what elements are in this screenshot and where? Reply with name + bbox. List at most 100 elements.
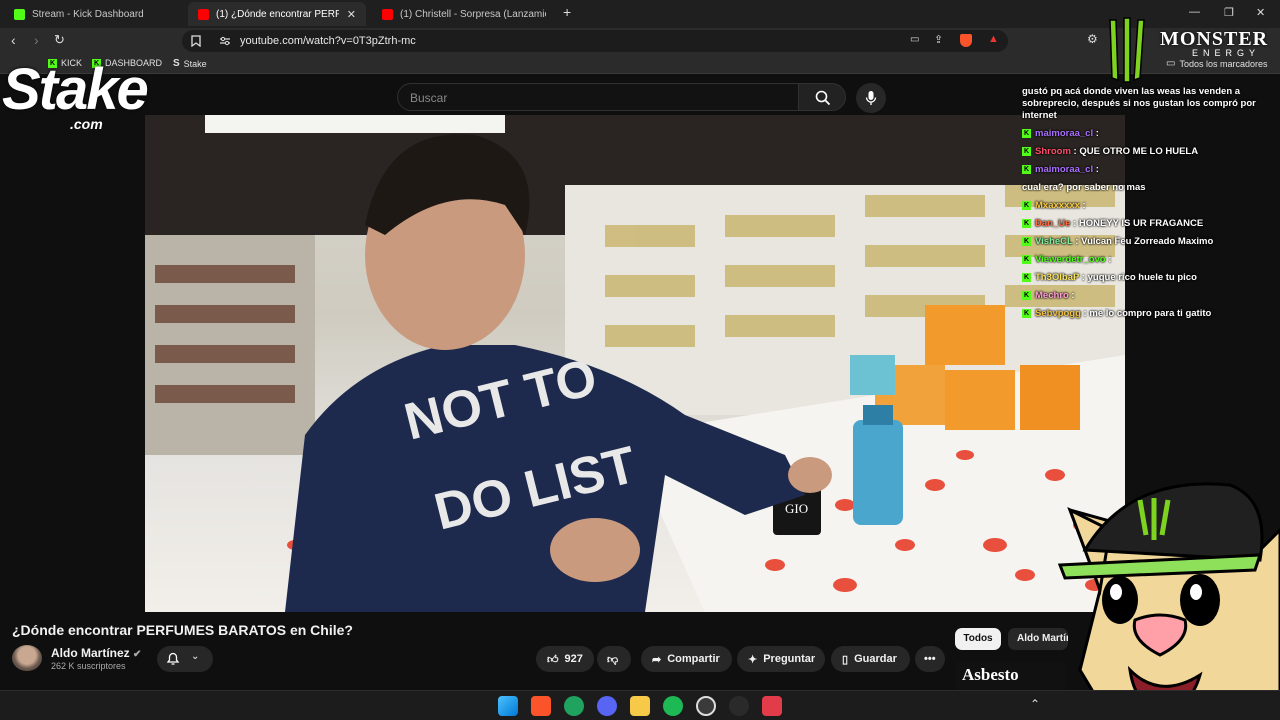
chat-username[interactable]: Mxaxxxxx	[1035, 200, 1080, 211]
edge-browser-icon[interactable]	[564, 696, 584, 716]
chat-separator: :	[1068, 290, 1075, 301]
windows-taskbar: ⌃	[0, 690, 1280, 720]
tab-label: (1) Christell - Sorpresa (Lanzamiento	[400, 8, 546, 20]
chat-username[interactable]: Th3OlbaP	[1035, 272, 1079, 283]
back-button[interactable]: ‹	[11, 32, 16, 48]
bookmark-icon[interactable]	[191, 35, 201, 47]
obs-icon[interactable]	[696, 696, 716, 716]
dislike-button[interactable]: 👎︎	[597, 646, 631, 672]
channel-name[interactable]: Aldo Martínez ✔	[51, 646, 141, 660]
chat-username[interactable]: Mechro	[1035, 290, 1069, 301]
kick-badge-icon: K	[1022, 272, 1031, 282]
address-bar[interactable]: youtube.com/watch?v=0T3pZtrh-mc ▭ ⇪ ▲	[182, 30, 1008, 52]
chat-message: K Th3OlbaP : yuque rico huele tu pico	[1022, 272, 1258, 284]
extensions-icon[interactable]: ⚙	[1087, 32, 1098, 46]
new-tab-button[interactable]: +	[563, 4, 571, 20]
stake-domain-suffix: .com	[70, 116, 103, 132]
chat-username[interactable]: Shroom	[1035, 146, 1071, 157]
windows-start-icon[interactable]	[498, 696, 518, 716]
url-text[interactable]: youtube.com/watch?v=0T3pZtrh-mc	[240, 35, 416, 47]
forward-button[interactable]: ›	[34, 32, 39, 48]
like-button[interactable]: 👍︎ 927	[536, 646, 594, 672]
reload-button[interactable]: ↻	[54, 32, 65, 48]
system-tray-chevron-icon[interactable]: ⌃	[1030, 697, 1040, 711]
share-icon: ➦	[652, 653, 662, 666]
brave-browser-icon[interactable]	[531, 696, 551, 716]
search-button[interactable]	[798, 83, 846, 111]
thumbs-up-icon: 👍︎	[547, 653, 559, 666]
brave-shields-icon[interactable]	[960, 34, 972, 47]
chat-message: K Sebvpogg : me lo compro para ti gatito	[1022, 308, 1258, 320]
app-icon[interactable]	[729, 696, 749, 716]
kick-badge-icon: K	[1022, 236, 1031, 246]
channel-avatar[interactable]	[12, 645, 42, 671]
monster-claw-icon	[1109, 17, 1145, 83]
chat-username[interactable]: maimoraa_cl	[1035, 164, 1093, 175]
video-player[interactable]: GIO NOT TO DO LIST	[145, 115, 1125, 612]
close-tab-icon[interactable]: ✕	[339, 8, 356, 21]
tab-kick-dashboard[interactable]: Stream - Kick Dashboard	[4, 2, 186, 26]
browser-toolbar: ‹ › ↻ youtube.com/watch?v=0T3pZtrh-mc ▭ …	[0, 28, 1280, 54]
spotify-icon[interactable]	[663, 696, 683, 716]
browser-tab-bar: Stream - Kick Dashboard (1) ¿Dónde encon…	[0, 0, 1280, 28]
chat-username[interactable]: Sebvpogg	[1035, 308, 1081, 319]
share-label: Compartir	[667, 653, 720, 665]
voice-search-button[interactable]	[856, 83, 886, 113]
cat-mascot-overlay	[1057, 482, 1280, 720]
chat-separator: :	[1072, 236, 1082, 247]
chip-all[interactable]: Todos	[955, 628, 1001, 650]
kick-badge-icon: K	[1022, 200, 1031, 210]
chat-separator: :	[1105, 254, 1112, 265]
tab-youtube-christell[interactable]: (1) Christell - Sorpresa (Lanzamiento	[372, 2, 556, 26]
share-page-icon[interactable]: ⇪	[934, 33, 943, 46]
brave-rewards-icon[interactable]: ▲	[988, 33, 999, 45]
stake-wordmark: Stake	[2, 57, 149, 122]
chevron-down-icon: ⌄	[191, 651, 200, 662]
chat-message: gustó pq acá donde viven las weas las ve…	[1022, 86, 1258, 122]
kick-badge-icon: K	[1022, 290, 1031, 300]
chat-message: K Viewerdetr_ovo :	[1022, 254, 1258, 266]
chat-username[interactable]: Dan_Ue	[1035, 218, 1070, 229]
channel-name-text[interactable]: Aldo Martínez	[51, 646, 130, 660]
chat-separator: :	[1093, 164, 1099, 175]
notifications-bell-button[interactable]: ⌄	[157, 646, 213, 672]
chat-message: cual era? por saber no mas	[1022, 182, 1258, 194]
chat-username[interactable]: maimoraa_cl	[1035, 128, 1093, 139]
microphone-icon	[865, 91, 877, 105]
chat-separator: :	[1079, 200, 1086, 211]
bookmark-stake[interactable]: S Stake	[173, 58, 207, 69]
cast-icon[interactable]: ▭	[910, 34, 919, 45]
tab-label: Stream - Kick Dashboard	[32, 8, 144, 20]
kick-badge-icon: K	[1022, 146, 1031, 156]
site-info-icon[interactable]	[219, 36, 231, 46]
chat-text: yuque rico huele tu pico	[1087, 272, 1197, 283]
tab-youtube-perfumes[interactable]: (1) ¿Dónde encontrar PERFUMES ✕	[188, 2, 366, 26]
video-title: ¿Dónde encontrar PERFUMES BARATOS en Chi…	[12, 622, 353, 638]
share-button[interactable]: ➦ Compartir	[641, 646, 732, 672]
bottle-label: GIO	[785, 501, 808, 516]
verified-icon: ✔	[133, 649, 142, 660]
chat-username[interactable]: VisheCL	[1035, 236, 1073, 247]
search-icon	[815, 90, 831, 106]
save-button[interactable]: ▯ Guardar	[831, 646, 910, 672]
discord-icon[interactable]	[597, 696, 617, 716]
bookmark-label: Stake	[183, 58, 207, 69]
chat-message: K Shroom : QUE OTRO ME LO HUELA	[1022, 146, 1258, 158]
chat-message: Kmaimoraa_cl :	[1022, 128, 1258, 140]
red-app-icon[interactable]	[762, 696, 782, 716]
search-input[interactable]: Buscar	[397, 83, 799, 111]
stake-logo: Stake .com	[2, 57, 149, 133]
more-actions-button[interactable]: •••	[915, 646, 945, 672]
youtube-favicon-icon	[382, 8, 393, 20]
monster-sub-text: ENERGY	[1192, 48, 1261, 58]
chat-text: Vulcan Feu Zorreado Maximo	[1081, 236, 1214, 247]
ask-label: Preguntar	[763, 653, 816, 665]
more-icon: •••	[924, 653, 936, 665]
chat-separator: :	[1070, 218, 1079, 229]
ask-button[interactable]: ✦ Preguntar	[737, 646, 825, 672]
file-explorer-icon[interactable]	[630, 696, 650, 716]
chat-username[interactable]: Viewerdetr_ovo	[1035, 254, 1106, 265]
chat-message: K Mechro :	[1022, 290, 1258, 302]
tab-label: (1) ¿Dónde encontrar PERFUMES	[216, 8, 339, 20]
kick-badge-icon: K	[1022, 254, 1031, 264]
